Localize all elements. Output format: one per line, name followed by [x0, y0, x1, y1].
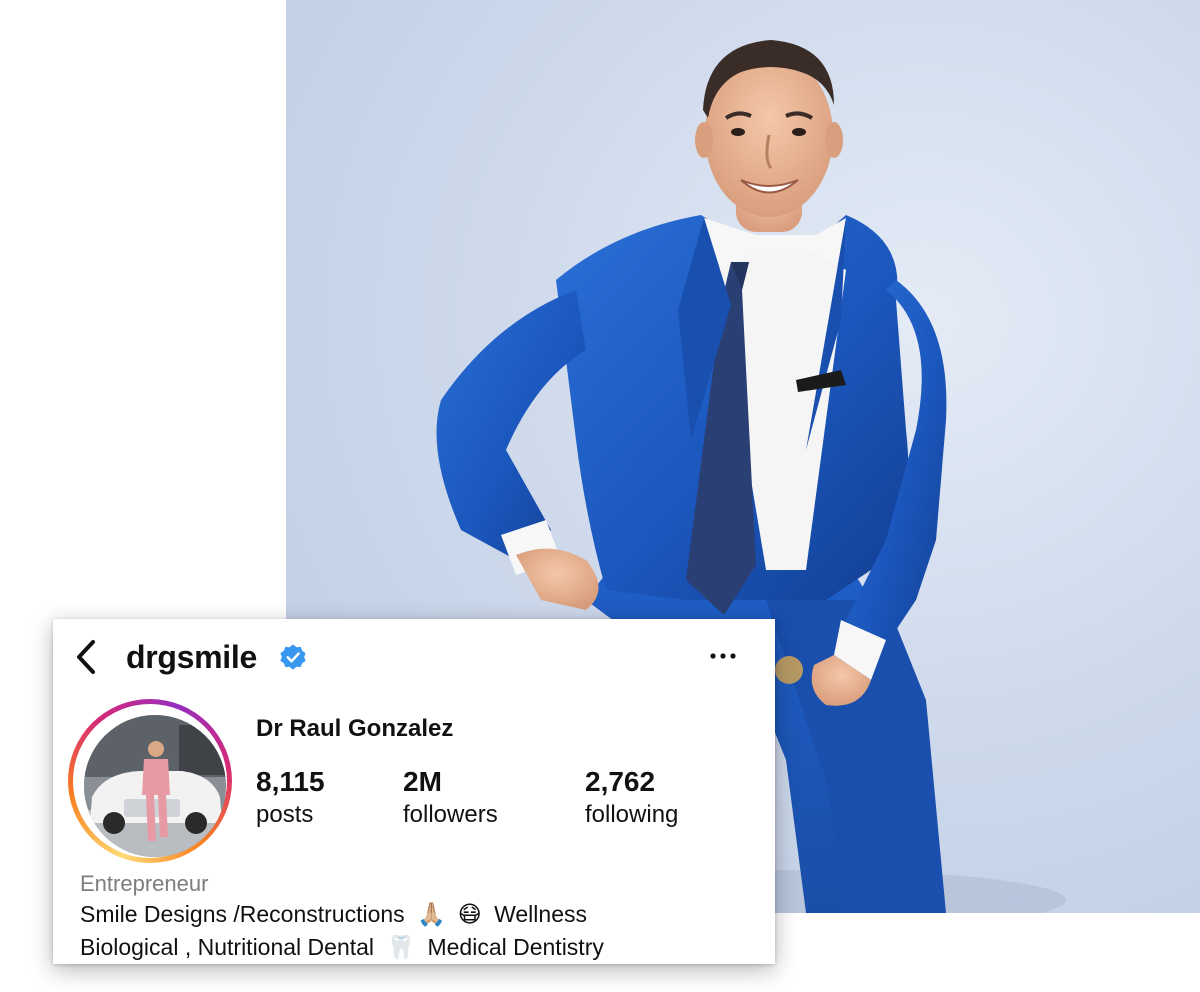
- stat-posts-label: posts: [256, 801, 314, 828]
- face-with-mask-emoji-icon: 😷: [457, 902, 482, 928]
- more-horizontal-icon: [710, 653, 736, 659]
- stat-following-label: following: [585, 801, 679, 828]
- bio-line-1-text: Smile Designs /Reconstructions: [80, 901, 405, 927]
- stat-posts[interactable]: 8,115 posts: [256, 765, 325, 831]
- stat-posts-count: 8,115: [256, 766, 325, 797]
- instagram-profile-card: drgsmile Dr Raul Gonzalez 8,115 posts 2M…: [53, 619, 775, 964]
- profile-username: drgsmile: [126, 639, 257, 675]
- promo-image: drgsmile Dr Raul Gonzalez 8,115 posts 2M…: [0, 0, 1200, 992]
- stat-followers[interactable]: 2M followers: [403, 765, 498, 831]
- bio-line-1: Smile Designs /Reconstructions 🙏🏼 😷 Welln…: [80, 901, 587, 928]
- profile-category: Entrepreneur: [80, 871, 209, 896]
- bio-line-2-text: Biological , Nutritional Dental: [80, 934, 375, 960]
- praying-hands-emoji-icon: 🙏🏼: [417, 902, 446, 928]
- stat-following[interactable]: 2,762 following: [585, 765, 678, 831]
- stat-followers-count: 2M: [403, 766, 442, 797]
- tooth-emoji-icon: 🦷: [386, 935, 416, 961]
- more-options-button[interactable]: [705, 643, 741, 669]
- story-ring[interactable]: [68, 699, 232, 863]
- profile-display-name: Dr Raul Gonzalez: [256, 715, 454, 742]
- stat-following-count: 2,762: [585, 766, 656, 797]
- stat-followers-label: followers: [403, 801, 498, 828]
- verified-badge-icon: [280, 644, 306, 670]
- bio-line-2-tail: Medical Dentistry: [427, 934, 604, 960]
- back-button[interactable]: [71, 637, 101, 677]
- avatar: [84, 715, 226, 857]
- bio-line-1-tail: Wellness: [494, 901, 587, 927]
- bio-line-2: Biological , Nutritional Dental 🦷 Medica…: [80, 934, 604, 961]
- chevron-left-icon: [77, 640, 95, 674]
